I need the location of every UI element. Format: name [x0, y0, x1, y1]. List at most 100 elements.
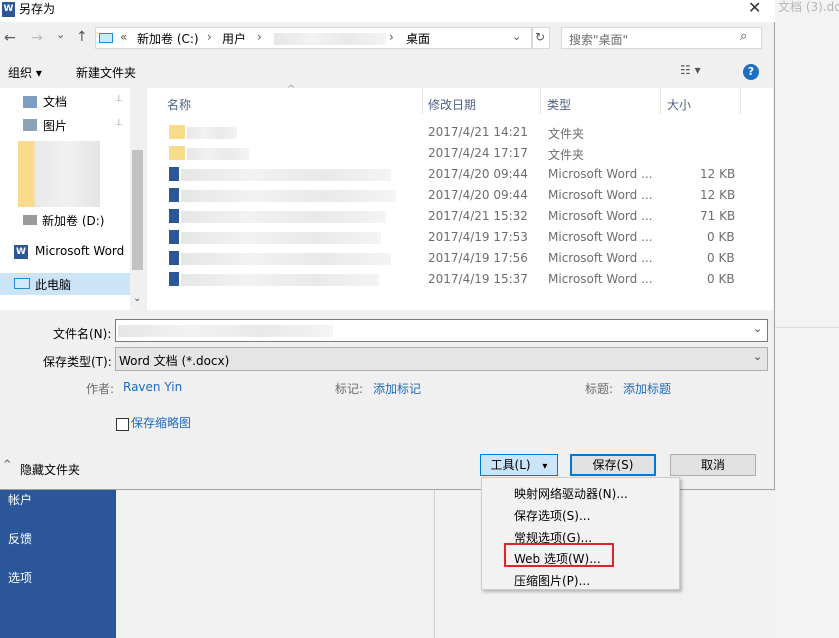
save-thumbnail-checkbox[interactable] — [116, 418, 129, 431]
menu-item-save-options[interactable]: 保存选项(S)... — [514, 507, 590, 524]
recent-locations-chevron-icon[interactable]: ⌄ — [56, 28, 65, 41]
file-size: 12 KB — [700, 188, 736, 202]
redacted-file-name — [181, 169, 391, 181]
pin-icon[interactable]: ⊥ — [115, 94, 123, 104]
filetype-select[interactable]: Word 文档 (*.docx) ⌄ — [115, 347, 768, 371]
filetype-dropdown-icon[interactable]: ⌄ — [753, 350, 762, 363]
word-document-icon — [169, 188, 179, 202]
breadcrumb-separator[interactable]: › — [389, 30, 394, 44]
save-thumbnail-label[interactable]: 保存缩略图 — [131, 414, 191, 431]
redacted-username — [274, 33, 386, 45]
file-type: 文件夹 — [548, 148, 585, 162]
file-type: Microsoft Word ... — [548, 188, 653, 202]
title-label: 标题: — [585, 382, 614, 396]
hide-folders-caret-icon[interactable]: ^ — [3, 459, 11, 470]
backstage-nav-options[interactable]: 选项 — [8, 569, 32, 586]
author-label: 作者: — [86, 382, 115, 396]
backstage-nav: 帐户 反馈 选项 — [0, 490, 116, 638]
file-type: 文件夹 — [548, 127, 585, 141]
file-row[interactable]: 2017/4/20 09:44 Microsoft Word ... 12 KB — [147, 164, 773, 185]
dialog-title: 另存为 — [19, 2, 56, 16]
word-document-icon — [169, 230, 179, 244]
cancel-button[interactable]: 取消 — [670, 454, 756, 476]
search-box[interactable]: 搜索"桌面" ⌕ — [561, 27, 762, 49]
redacted-filename-value — [118, 325, 333, 337]
tools-dropdown-icon: ▾ — [542, 461, 548, 472]
refresh-button[interactable]: ↻ — [532, 27, 550, 49]
word-app-icon: W — [2, 2, 15, 17]
filename-dropdown-icon[interactable]: ⌄ — [753, 322, 762, 335]
tools-button-label: 工具(L) — [490, 458, 531, 472]
column-header-name[interactable]: 名称 — [167, 96, 191, 113]
address-bar[interactable]: « 新加卷 (C:) › 用户 › › 桌面 ⌄ — [95, 27, 532, 49]
nav-item-microsoft-word[interactable]: Microsoft Word — [35, 244, 124, 258]
breadcrumb-desktop[interactable]: 桌面 — [406, 30, 430, 47]
file-row[interactable]: 2017/4/19 17:53 Microsoft Word ... 0 KB — [147, 227, 773, 248]
file-type: Microsoft Word ... — [548, 167, 653, 181]
redacted-file-name — [181, 253, 391, 265]
backstage-nav-feedback[interactable]: 反馈 — [8, 530, 32, 547]
help-icon[interactable]: ? — [743, 64, 759, 80]
pictures-icon — [23, 119, 37, 131]
column-header-type[interactable]: 类型 — [547, 96, 571, 113]
filename-input[interactable]: ⌄ — [115, 319, 768, 342]
word-document-icon — [169, 209, 179, 223]
forward-arrow-icon[interactable]: → — [31, 30, 43, 46]
save-as-dialog: W 另存为 ✕ ← → ⌄ ↑ « 新加卷 (C:) › 用户 › › 桌面 ⌄… — [0, 0, 775, 490]
file-row[interactable]: 2017/4/21 14:21 文件夹 — [147, 122, 773, 143]
column-header-date[interactable]: 修改日期 — [428, 96, 476, 113]
close-icon[interactable]: ✕ — [748, 0, 761, 17]
menu-item-map-network-drive[interactable]: 映射网络驱动器(N)... — [514, 485, 628, 502]
breadcrumb-separator[interactable]: › — [207, 30, 212, 44]
file-row[interactable]: 2017/4/20 09:44 Microsoft Word ... 12 KB — [147, 185, 773, 206]
redacted-file-name — [181, 232, 381, 244]
nav-item-pictures[interactable]: 图片 — [43, 117, 67, 134]
file-date: 2017/4/21 14:21 — [428, 125, 528, 139]
column-header-size[interactable]: 大小 — [667, 96, 691, 113]
dialog-titlebar: W 另存为 ✕ — [0, 0, 775, 22]
add-tags-link[interactable]: 添加标记 — [373, 380, 421, 397]
file-row[interactable]: 2017/4/24 17:17 文件夹 — [147, 143, 773, 164]
redacted-file-name — [181, 190, 396, 202]
tags-label: 标记: — [335, 382, 364, 396]
address-dropdown-icon[interactable]: ⌄ — [512, 30, 521, 43]
nav-item-this-pc[interactable]: 此电脑 — [35, 276, 71, 293]
nav-item-drive-d[interactable]: 新加卷 (D:) — [42, 212, 104, 229]
up-arrow-icon[interactable]: ↑ — [76, 29, 88, 45]
column-separator — [422, 88, 423, 114]
add-title-link[interactable]: 添加标题 — [623, 380, 671, 397]
breadcrumb-separator[interactable]: › — [257, 30, 262, 44]
menu-item-compress-pictures[interactable]: 压缩图片(P)... — [514, 572, 590, 589]
backstage-divider — [434, 490, 435, 638]
file-size: 0 KB — [707, 230, 735, 244]
tools-button[interactable]: 工具(L) ▾ — [480, 454, 558, 476]
change-view-button[interactable]: ☷ ▾ — [680, 63, 701, 77]
file-date: 2017/4/20 09:44 — [428, 167, 528, 181]
file-type: Microsoft Word ... — [548, 272, 653, 286]
pin-icon[interactable]: ⊥ — [115, 118, 123, 128]
redacted-file-name — [181, 274, 379, 286]
documents-icon — [23, 96, 37, 108]
new-folder-button[interactable]: 新建文件夹 — [76, 64, 136, 81]
breadcrumb-drive-c[interactable]: 新加卷 (C:) — [137, 30, 199, 47]
file-row[interactable]: 2017/4/19 15:37 Microsoft Word ... 0 KB — [147, 269, 773, 290]
back-arrow-icon[interactable]: ← — [4, 30, 16, 46]
hide-folders-button[interactable]: 隐藏文件夹 — [20, 461, 80, 478]
save-button[interactable]: 保存(S) — [570, 454, 656, 476]
scroll-down-icon[interactable]: ⌄ — [133, 293, 141, 304]
backstage-nav-account[interactable]: 帐户 — [8, 491, 32, 508]
folder-icon — [169, 125, 185, 139]
author-value[interactable]: Raven Yin — [123, 380, 182, 394]
search-icon[interactable]: ⌕ — [740, 29, 747, 44]
breadcrumb-users[interactable]: 用户 — [222, 30, 246, 47]
file-row[interactable]: 2017/4/21 15:32 Microsoft Word ... 71 KB — [147, 206, 773, 227]
file-size: 12 KB — [700, 167, 736, 181]
file-row[interactable]: 2017/4/19 17:56 Microsoft Word ... 0 KB — [147, 248, 773, 269]
nav-pane-scroll-thumb[interactable] — [132, 150, 143, 270]
nav-item-documents[interactable]: 文档 — [43, 93, 67, 110]
breadcrumb-overflow[interactable]: « — [120, 30, 127, 44]
web-options-highlight-box — [504, 543, 614, 567]
computer-icon — [99, 33, 113, 43]
word-icon: W — [14, 245, 28, 259]
organize-button[interactable]: 组织 ▾ — [8, 64, 42, 81]
